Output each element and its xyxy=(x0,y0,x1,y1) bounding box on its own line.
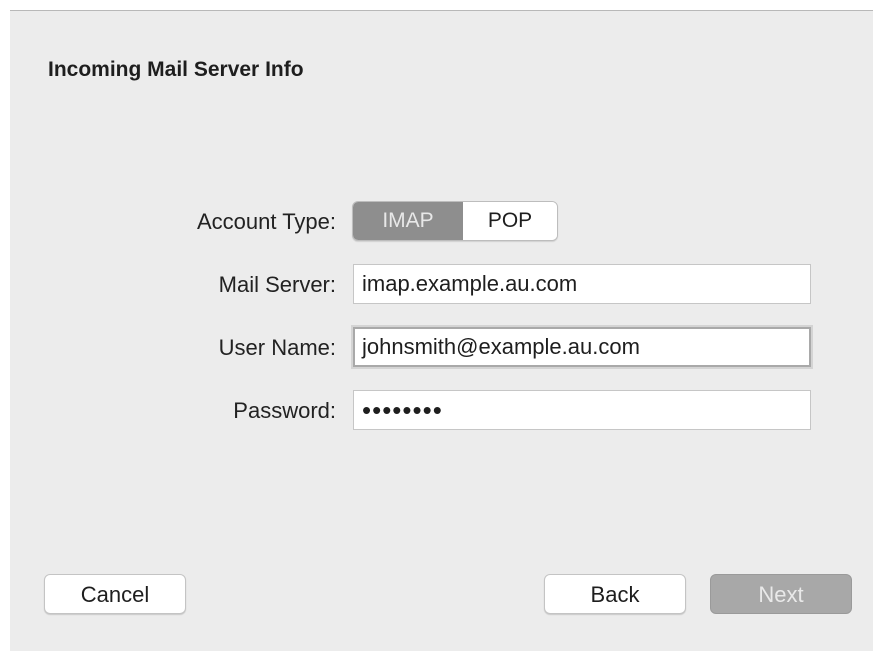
user-name-field[interactable]: johnsmith@example.au.com xyxy=(353,327,811,367)
account-type-label: Account Type: xyxy=(196,209,336,234)
password-field[interactable]: •••••••• xyxy=(353,390,811,430)
next-button[interactable]: Next xyxy=(710,574,852,614)
cancel-button[interactable]: Cancel xyxy=(44,574,186,614)
account-type-segmented-control: IMAP POP xyxy=(352,201,558,241)
mail-server-label: Mail Server: xyxy=(218,272,336,297)
account-type-imap-option[interactable]: IMAP xyxy=(353,202,463,240)
user-name-label: User Name: xyxy=(218,335,336,360)
password-label: Password: xyxy=(233,398,336,423)
dialog-title: Incoming Mail Server Info xyxy=(48,58,304,81)
account-type-pop-option[interactable]: POP xyxy=(463,202,557,240)
mail-server-field[interactable]: imap.example.au.com xyxy=(353,264,811,304)
back-button[interactable]: Back xyxy=(544,574,686,614)
mail-server-dialog: Incoming Mail Server Info Account Type: … xyxy=(10,10,873,651)
